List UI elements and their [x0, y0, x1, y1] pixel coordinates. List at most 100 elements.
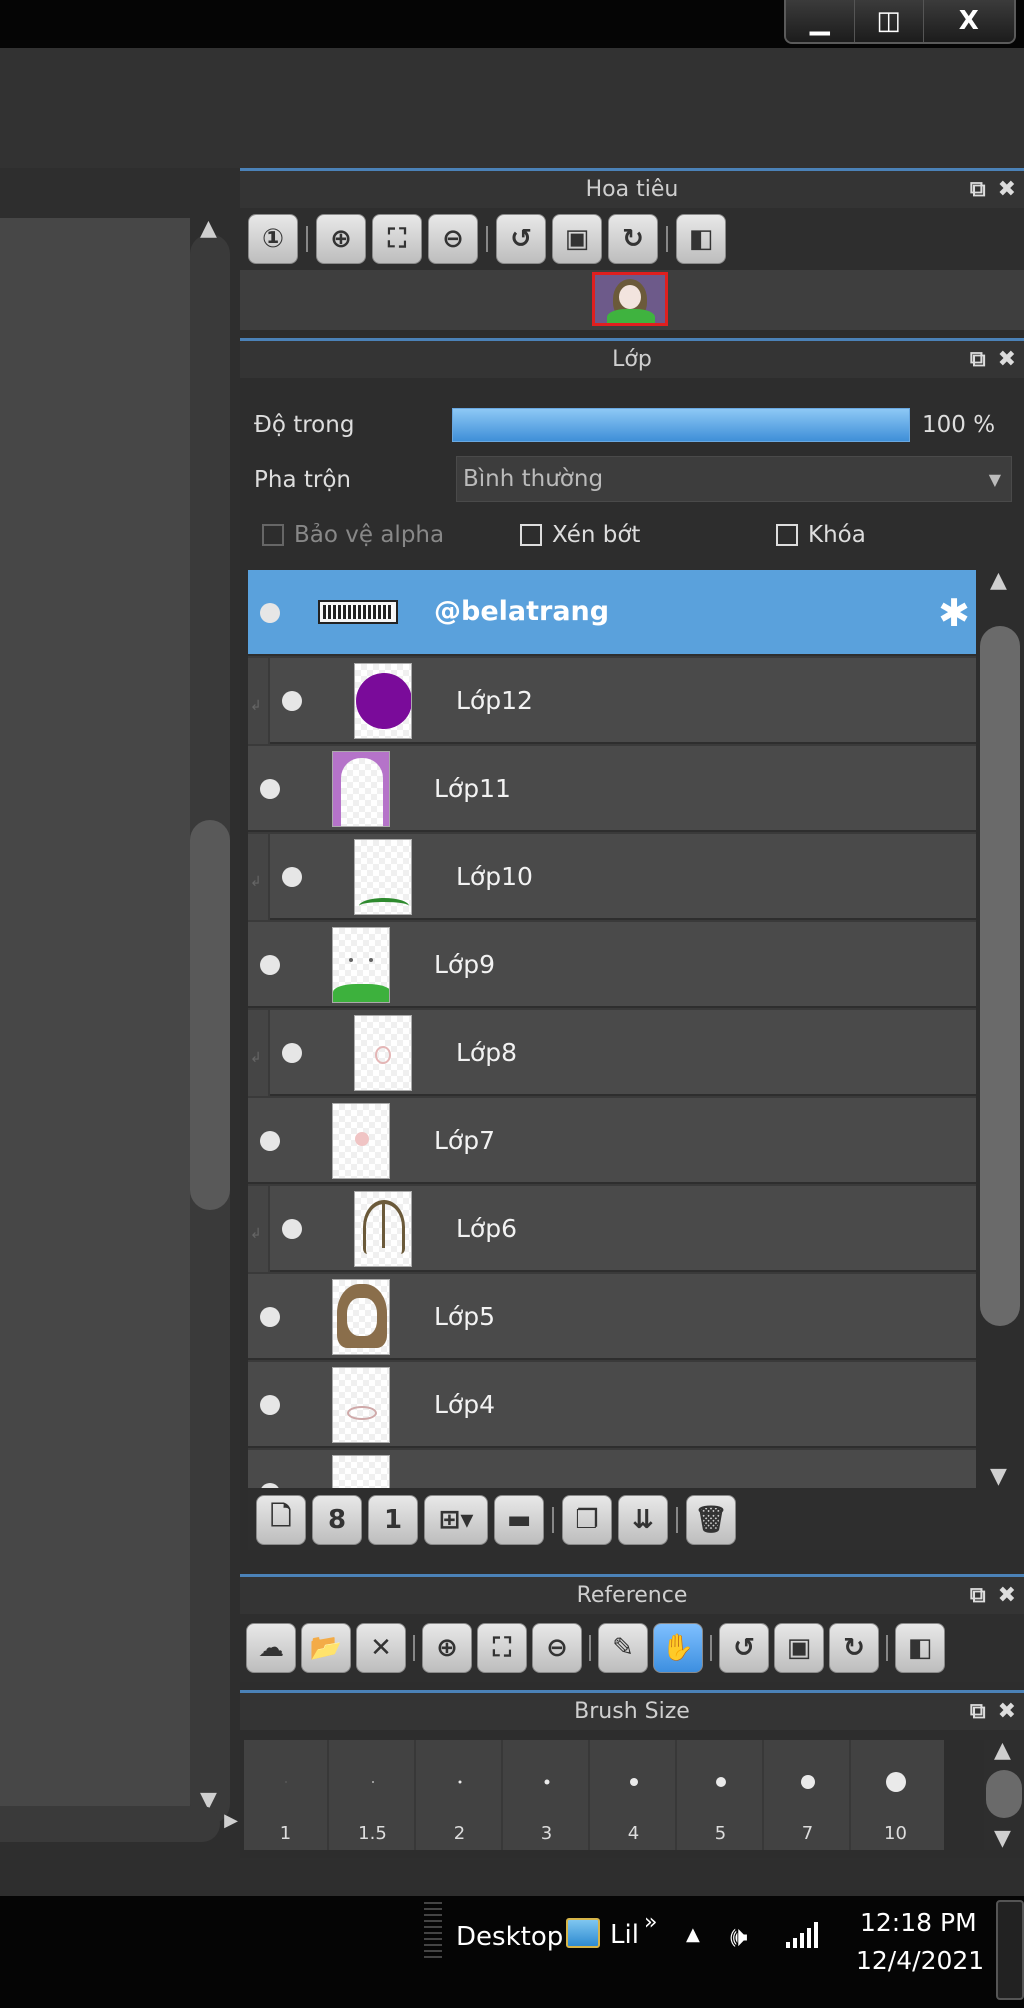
visibility-icon[interactable] [260, 1395, 280, 1415]
popout-icon[interactable]: ⧉ [970, 177, 986, 202]
protect-alpha-option[interactable]: Bảo vệ alpha [262, 522, 444, 548]
flip-horizontal-icon[interactable]: ◧ [676, 214, 726, 264]
scroll-up-icon[interactable]: ▲ [990, 570, 1007, 592]
protect-alpha-checkbox[interactable] [262, 524, 284, 546]
reset-view-icon[interactable]: ▣ [774, 1623, 824, 1673]
zoom-out-icon[interactable]: ⊖ [428, 214, 478, 264]
brush-size-option[interactable]: 2 [418, 1740, 503, 1850]
folder-icon[interactable] [566, 1918, 600, 1948]
layer-row[interactable]: ↲ Lớp10 [248, 834, 976, 920]
zoom-in-icon[interactable]: ⊕ [422, 1623, 472, 1673]
cloud-icon[interactable]: ☁ [246, 1623, 296, 1673]
rotate-right-icon[interactable]: ↻ [608, 214, 658, 264]
layer-row[interactable]: Lớp4 [248, 1362, 976, 1448]
close-icon[interactable]: ✕ [356, 1623, 406, 1673]
visibility-icon[interactable] [282, 1219, 302, 1239]
blend-mode-select[interactable]: Bình thường ▼ [456, 456, 1012, 502]
desktop-toolbar-label[interactable]: Desktop [456, 1922, 563, 1952]
visibility-icon[interactable] [260, 955, 280, 975]
rotate-right-icon[interactable]: ↻ [829, 1623, 879, 1673]
maximize-button[interactable]: ◫ [854, 0, 924, 42]
show-hidden-icons-icon[interactable]: ▲ [686, 1924, 700, 1945]
popout-icon[interactable]: ⧉ [970, 1583, 986, 1608]
trash-icon[interactable]: 🗑 [686, 1495, 736, 1545]
scroll-down-icon[interactable]: ▼ [994, 1828, 1011, 1850]
visibility-icon[interactable] [282, 691, 302, 711]
scroll-thumb[interactable] [986, 1770, 1022, 1818]
close-panel-icon[interactable]: ✖ [998, 177, 1016, 202]
volume-icon[interactable]: 🕪 [730, 1920, 748, 1954]
scroll-down-icon[interactable]: ▼ [990, 1466, 1007, 1488]
layer-scrollbar[interactable]: ▲ ▼ [976, 570, 1024, 1488]
zoom-out-icon[interactable]: ⊖ [532, 1623, 582, 1673]
visibility-icon[interactable] [260, 779, 280, 799]
layer-row[interactable] [248, 1450, 976, 1488]
visibility-icon[interactable] [282, 1043, 302, 1063]
layer-row[interactable]: ↲ Lớp12 [248, 658, 976, 744]
brush-size-option[interactable]: 5 [679, 1740, 764, 1850]
gear-icon[interactable]: ✱ [938, 594, 970, 632]
layer-row[interactable]: Lớp7 [248, 1098, 976, 1184]
canvas-horizontal-scrollbar[interactable]: ▶ [0, 1806, 238, 1842]
new-8bit-layer-icon[interactable]: 8 [312, 1495, 362, 1545]
close-panel-icon[interactable]: ✖ [998, 347, 1016, 372]
close-panel-icon[interactable]: ✖ [998, 1583, 1016, 1608]
visibility-icon[interactable] [282, 867, 302, 887]
merge-down-icon[interactable]: ⇊ [618, 1495, 668, 1545]
open-folder-icon[interactable]: 📂 [301, 1623, 351, 1673]
minimize-button[interactable]: ▁ [786, 0, 855, 42]
duplicate-layer-icon[interactable]: ❐ [562, 1495, 612, 1545]
lock-checkbox[interactable] [776, 524, 798, 546]
clipping-option[interactable]: Xén bớt [520, 522, 640, 548]
navigator-thumbnail[interactable] [592, 272, 668, 326]
rotate-left-icon[interactable]: ↺ [719, 1623, 769, 1673]
layer-row[interactable]: ↲ Lớp8 [248, 1010, 976, 1096]
brush-size-option[interactable]: 1.5 [331, 1740, 416, 1850]
layer-row[interactable]: ↲ Lớp6 [248, 1186, 976, 1272]
brush-size-option[interactable]: 10 [853, 1740, 938, 1850]
brush-size-option[interactable]: 7 [766, 1740, 851, 1850]
taskbar-overflow-chevron[interactable]: » [644, 1910, 657, 1935]
scroll-right-icon[interactable]: ▶ [224, 1812, 238, 1830]
brush-size-option[interactable]: 4 [592, 1740, 677, 1850]
clipping-checkbox[interactable] [520, 524, 542, 546]
popout-icon[interactable]: ⧉ [970, 347, 986, 372]
rotate-left-icon[interactable]: ↺ [496, 214, 546, 264]
fit-screen-icon[interactable]: ⛶ [477, 1623, 527, 1673]
scroll-up-icon[interactable]: ▲ [200, 218, 217, 240]
brush-size-scrollbar[interactable]: ▲ ▼ [984, 1740, 1024, 1850]
zoom-actual-icon[interactable]: ① [248, 214, 298, 264]
layer-row[interactable]: @belatrang ✱ [248, 570, 976, 656]
clock-time[interactable]: 12:18 PM [860, 1908, 977, 1937]
brush-size-option[interactable]: 3 [505, 1740, 590, 1850]
eyedropper-icon[interactable]: ✎ [598, 1623, 648, 1673]
close-button[interactable]: X [923, 0, 1014, 42]
canvas-vertical-scrollbar[interactable]: ▲ ▼ [190, 218, 230, 1838]
flip-horizontal-icon[interactable]: ◧ [895, 1623, 945, 1673]
fit-screen-icon[interactable]: ⛶ [372, 214, 422, 264]
scroll-thumb[interactable] [980, 626, 1020, 1326]
brush-size-option[interactable]: 1 [244, 1740, 329, 1850]
layer-row[interactable]: Lớp5 [248, 1274, 976, 1360]
clock-date[interactable]: 12/4/2021 [856, 1946, 984, 1975]
visibility-icon[interactable] [260, 603, 280, 623]
popout-icon[interactable]: ⧉ [970, 1699, 986, 1724]
visibility-icon[interactable] [260, 1483, 280, 1488]
folder-icon[interactable]: ▬ [494, 1495, 544, 1545]
visibility-icon[interactable] [260, 1307, 280, 1327]
lock-option[interactable]: Khóa [776, 522, 866, 548]
scroll-up-icon[interactable]: ▲ [994, 1740, 1011, 1762]
new-layer-icon[interactable]: 🗋 [256, 1495, 306, 1545]
show-desktop-button[interactable] [996, 1900, 1024, 2000]
reset-view-icon[interactable]: ▣ [552, 214, 602, 264]
layer-row[interactable]: Lớp9 [248, 922, 976, 1008]
layer-row[interactable]: Lớp11 [248, 746, 976, 832]
new-1bit-layer-icon[interactable]: 1 [368, 1495, 418, 1545]
canvas[interactable] [0, 218, 190, 1808]
opacity-slider[interactable] [452, 408, 910, 442]
visibility-icon[interactable] [260, 1131, 280, 1151]
taskbar-app-label[interactable]: Lil [610, 1920, 639, 1950]
add-layer-menu-icon[interactable]: ⊞▾ [424, 1495, 488, 1545]
network-signal-icon[interactable] [786, 1920, 820, 1948]
scroll-thumb[interactable] [190, 820, 230, 1210]
